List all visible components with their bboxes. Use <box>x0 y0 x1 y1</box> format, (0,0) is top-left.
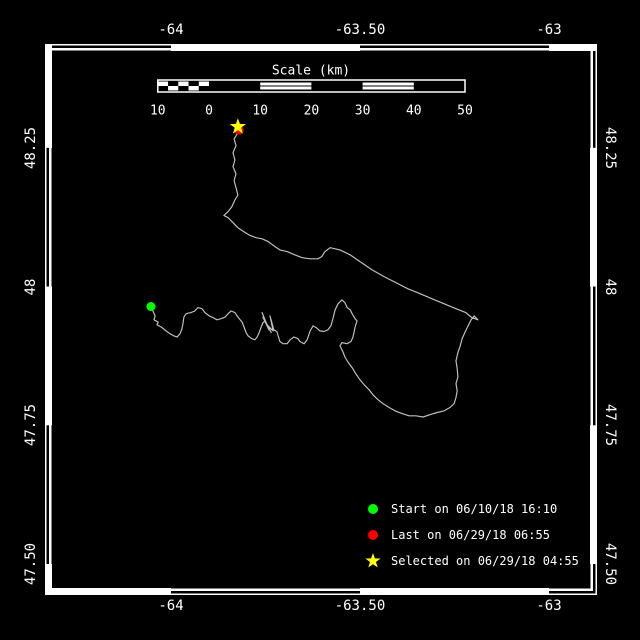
left-axis-label: 48.25 <box>23 127 39 169</box>
left-axis-label: 47.75 <box>23 404 39 446</box>
scale-bar: Scale (km) 10 0 10 20 30 40 50 <box>150 64 473 119</box>
map-plot: -64 -63.50 -63 -64 -63.50 -63 48.25 48 4… <box>23 22 618 614</box>
legend-label-last: Last on 06/29/18 06:55 <box>391 528 550 542</box>
bottom-axis-label: -63 <box>536 598 561 614</box>
scale-tick-label: 50 <box>457 104 473 119</box>
scale-bar-checker-cell <box>178 81 189 86</box>
scale-bar-title: Scale (km) <box>272 64 350 79</box>
scale-bar-stripe <box>362 86 414 90</box>
frame-segment-left <box>45 564 52 595</box>
scale-tick-label: 0 <box>205 104 213 119</box>
scale-tick-label: 10 <box>252 104 268 119</box>
track-layer <box>146 118 479 418</box>
start-marker[interactable] <box>146 302 156 312</box>
scale-bar-stripe <box>362 82 414 86</box>
scale-bar-checker-cell <box>157 81 169 86</box>
scale-bar-checker-cell <box>168 86 179 91</box>
bottom-axis-label: -64 <box>158 598 183 614</box>
left-axis-label: 48 <box>23 279 39 296</box>
bottom-axis-label: -63.50 <box>335 598 386 614</box>
frame-segment-left <box>45 286 52 426</box>
frame-segment-left <box>45 44 52 148</box>
scale-tick-label: 40 <box>406 104 422 119</box>
frame-segment-right <box>590 425 597 565</box>
legend: Start on 06/10/18 16:10 Last on 06/29/18… <box>365 502 579 568</box>
frame-segment-top <box>549 44 597 51</box>
legend-label-selected: Selected on 06/29/18 04:55 <box>391 554 579 568</box>
track-path[interactable] <box>150 129 479 418</box>
right-axis-label: 48 <box>602 279 618 296</box>
scale-bar-ruler <box>157 79 466 93</box>
scale-bar-checker-cell <box>188 86 199 91</box>
scale-bar-stripe <box>260 86 312 90</box>
legend-start-dot-icon <box>368 504 378 514</box>
scale-tick-label: 30 <box>355 104 371 119</box>
axis-labels: -64 -63.50 -63 -64 -63.50 -63 48.25 48 4… <box>23 22 618 614</box>
scale-bar-tick-labels: 10 0 10 20 30 40 50 <box>150 104 473 119</box>
legend-markers <box>365 504 381 568</box>
scale-bar-checker-cell <box>198 81 209 86</box>
right-axis-label: 47.75 <box>602 404 618 446</box>
right-axis-label: 47.50 <box>602 543 618 585</box>
left-axis-label: 47.50 <box>23 543 39 585</box>
scale-bar-stripe <box>260 82 312 86</box>
top-axis-label: -63.50 <box>335 22 386 38</box>
frame-segment-bottom <box>45 588 172 595</box>
legend-last-dot-icon <box>368 530 378 540</box>
legend-label-start: Start on 06/10/18 16:10 <box>391 502 557 516</box>
right-axis-label: 48.25 <box>602 127 618 169</box>
top-axis-label: -64 <box>158 22 183 38</box>
track-map-viewer: -64 -63.50 -63 -64 -63.50 -63 48.25 48 4… <box>0 0 640 640</box>
top-axis-label: -63 <box>536 22 561 38</box>
frame-segment-right <box>590 147 597 287</box>
frame-segment-top <box>171 44 361 51</box>
scale-tick-label: 10 <box>150 104 166 119</box>
frame-segment-bottom <box>360 588 550 595</box>
scale-tick-label: 20 <box>304 104 320 119</box>
legend-selected-star-icon <box>365 553 381 568</box>
